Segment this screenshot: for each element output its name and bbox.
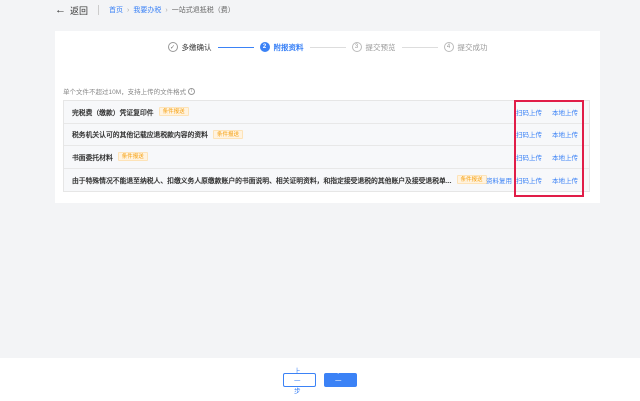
prev-step-button[interactable]: 上一步 (283, 368, 316, 395)
step-label: 提交成功 (457, 42, 488, 52)
row-title: 书面委托材料 (72, 154, 113, 162)
row-title: 由于特殊情况不能退至纳税人、扣缴义务人原缴款账户的书面说明、相关证明资料，和指定… (72, 177, 452, 185)
step-attachments: 2 附报资料 (259, 42, 304, 53)
step-connector (401, 46, 438, 48)
row-title: 完税费（缴款）凭证复印件 (72, 109, 154, 117)
condition-tag: 条件报送 (212, 129, 243, 139)
step-label: 附报资料 (273, 42, 304, 52)
condition-tag: 条件报送 (456, 175, 487, 185)
footer-bar: 上一步 下一步 (0, 358, 640, 401)
condition-tag: 条件报送 (158, 107, 189, 117)
row-title: 税务机关认可的其他记载应退税款内容的资料 (72, 132, 208, 140)
step-label: 多缴确认 (181, 42, 212, 52)
step-number: 4 (443, 42, 454, 52)
arrow-left-icon: ← (55, 3, 66, 16)
hint-text: 单个文件不超过10M，支持上传的文件格式 (63, 89, 187, 96)
table-row: 税务机关认可的其他记载应退税款内容的资料 条件报送 扫码上传 本地上传 (64, 124, 589, 146)
row-actions: 扫码上传 本地上传 (516, 129, 578, 139)
next-step-button[interactable]: 下一步 (324, 368, 357, 395)
stepper: ✓ 多缴确认 2 附报资料 3 提交预览 4 提交成功 (55, 39, 600, 55)
back-button[interactable]: ← 返回 (55, 4, 88, 17)
table-row: 由于特殊情况不能退至纳税人、扣缴义务人原缴款账户的书面说明、相关证明资料，和指定… (64, 169, 589, 192)
scan-upload-link[interactable]: 扫码上传 (516, 175, 542, 185)
row-actions: 扫码上传 本地上传 (516, 107, 578, 117)
step-connector (217, 46, 254, 48)
breadcrumb-home[interactable]: 首页 (109, 7, 123, 14)
scan-upload-link[interactable]: 扫码上传 (516, 152, 542, 162)
table-row: 书面委托材料 条件报送 扫码上传 本地上传 (64, 146, 589, 169)
local-upload-link[interactable]: 本地上传 (552, 129, 578, 139)
step-number: 2 (259, 42, 270, 52)
local-upload-link[interactable]: 本地上传 (552, 175, 578, 185)
local-upload-link[interactable]: 本地上传 (552, 107, 578, 117)
main-card: ✓ 多缴确认 2 附报资料 3 提交预览 4 提交成功 单个文件不超过10M，支… (55, 31, 600, 203)
step-confirm: ✓ 多缴确认 (167, 42, 212, 53)
check-icon: ✓ (167, 42, 178, 52)
row-actions: 扫码上传 本地上传 (516, 152, 578, 162)
step-number: 3 (351, 42, 362, 52)
reuse-material-link[interactable]: 资料复用 (486, 175, 512, 185)
scan-upload-link[interactable]: 扫码上传 (516, 107, 542, 117)
divider (98, 5, 100, 15)
scan-upload-link[interactable]: 扫码上传 (516, 129, 542, 139)
info-icon[interactable]: i (188, 87, 196, 95)
table-row: 完税费（缴款）凭证复印件 条件报送 扫码上传 本地上传 (64, 101, 589, 124)
breadcrumb: 首页 › 我要办税 › 一站式退抵税（费） (109, 7, 235, 14)
breadcrumb-tax[interactable]: 我要办税 (133, 7, 161, 14)
step-success: 4 提交成功 (443, 42, 488, 53)
top-bar: ← 返回 首页 › 我要办税 › 一站式退抵税（费） (0, 0, 640, 20)
attachment-table: 完税费（缴款）凭证复印件 条件报送 扫码上传 本地上传 税务机关认可的其他记载应… (63, 100, 590, 192)
step-connector (309, 46, 346, 48)
row-actions: 扫码上传 本地上传 (516, 175, 578, 185)
condition-tag: 条件报送 (117, 152, 148, 162)
local-upload-link[interactable]: 本地上传 (552, 152, 578, 162)
step-preview: 3 提交预览 (351, 42, 396, 53)
back-label: 返回 (70, 5, 89, 16)
step-label: 提交预览 (365, 42, 396, 52)
file-hint: 单个文件不超过10M，支持上传的文件格式 i (63, 86, 196, 96)
breadcrumb-current: 一站式退抵税（费） (171, 7, 235, 14)
